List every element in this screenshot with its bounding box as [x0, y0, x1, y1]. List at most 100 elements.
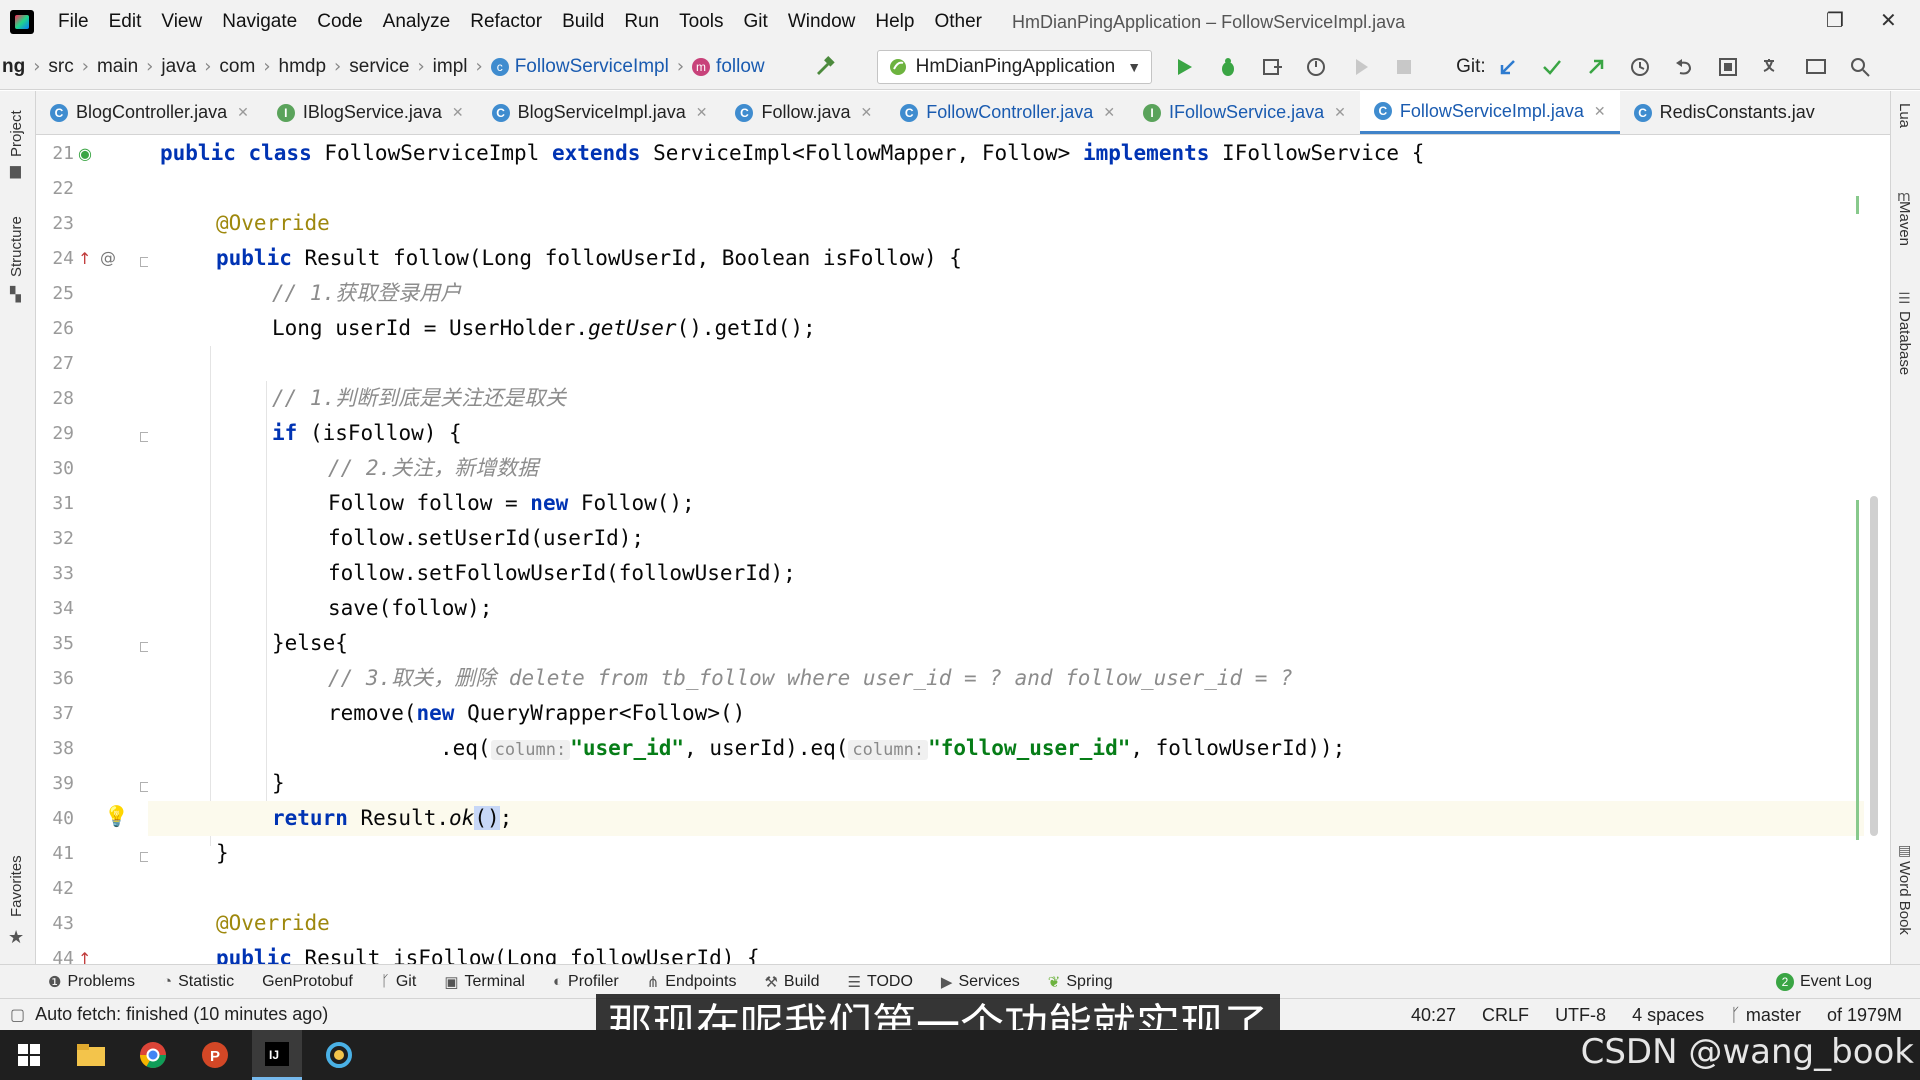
caret-position[interactable]: 40:27 [1411, 1005, 1456, 1026]
git-tool-button[interactable]: ᚴ Git [381, 973, 416, 991]
indent-setting[interactable]: 4 spaces [1632, 1005, 1704, 1026]
menu-git[interactable]: Git [734, 11, 778, 33]
breadcrumb-src[interactable]: src [40, 56, 81, 78]
close-tab-icon[interactable]: ✕ [1594, 103, 1606, 120]
tab-followserviceimpl[interactable]: C FollowServiceImpl.java ✕ [1359, 91, 1620, 134]
windows-start-icon[interactable] [4, 1030, 54, 1080]
menu-help[interactable]: Help [865, 11, 924, 33]
app-ring-icon[interactable] [314, 1030, 364, 1080]
coverage-icon[interactable] [1260, 55, 1284, 79]
lightbulb-icon[interactable]: 💡 [104, 804, 129, 828]
profile-icon[interactable] [1304, 55, 1328, 79]
code-with-me-icon[interactable] [1804, 55, 1828, 79]
breadcrumb-class[interactable]: c FollowServiceImpl [483, 56, 677, 78]
tab-iblogservice[interactable]: I IBlogService.java ✕ [263, 91, 478, 134]
wordbook-tool-button[interactable]: Word Book [1896, 861, 1913, 935]
scrollbar-thumb[interactable] [1870, 496, 1878, 836]
menu-file[interactable]: File [48, 11, 99, 33]
tab-ifollowservice[interactable]: I IFollowService.java ✕ [1129, 91, 1360, 134]
menu-edit[interactable]: Edit [99, 11, 152, 33]
menu-tools[interactable]: Tools [669, 11, 733, 33]
lua-tool-button[interactable]: Lua [1896, 103, 1913, 128]
maven-tool-button[interactable]: Maven [1896, 201, 1913, 246]
status-message[interactable]: Auto fetch: finished (10 minutes ago) [35, 1004, 328, 1025]
vcs-change-marker[interactable] [1856, 500, 1859, 840]
memory-indicator[interactable]: of 1979M [1827, 1005, 1902, 1026]
breadcrumb-service[interactable]: service [341, 56, 417, 78]
genprotobuf-tool-button[interactable]: GenProtobuf [262, 973, 353, 991]
translate-icon[interactable] [1760, 55, 1784, 79]
database-tool-button[interactable]: Database [1896, 311, 1913, 375]
menu-other[interactable]: Other [924, 11, 992, 33]
close-tab-icon[interactable]: ✕ [861, 104, 873, 121]
menu-analyze[interactable]: Analyze [373, 11, 461, 33]
breadcrumb-main[interactable]: main [89, 56, 146, 78]
menu-navigate[interactable]: Navigate [212, 11, 307, 33]
restore-window-icon[interactable]: ❐ [1826, 8, 1844, 32]
intellij-taskbar-icon[interactable]: IJ [252, 1030, 302, 1080]
breadcrumb-method[interactable]: m follow [684, 56, 773, 78]
annotation-gutter-icon[interactable]: @ [100, 248, 116, 267]
todo-tool-button[interactable]: ☰ TODO [848, 973, 913, 991]
file-explorer-icon[interactable] [66, 1030, 116, 1080]
editor-scrollbar[interactable] [1868, 136, 1880, 964]
menu-window[interactable]: Window [778, 11, 866, 33]
profiler-tool-button[interactable]: ◐ Profiler [553, 973, 619, 991]
close-tab-icon[interactable]: ✕ [452, 104, 464, 121]
spring-tool-button[interactable]: ❦ Spring [1048, 973, 1113, 991]
tab-blogcontroller[interactable]: C BlogController.java ✕ [36, 91, 263, 134]
close-window-icon[interactable]: ✕ [1880, 8, 1897, 32]
toggle-tool-windows-icon[interactable]: ▢ [10, 1005, 25, 1024]
favorites-tool-button[interactable]: Favorites [8, 855, 25, 917]
project-structure-icon[interactable] [1716, 55, 1740, 79]
structure-tool-button[interactable]: Structure [8, 216, 25, 277]
git-push-icon[interactable] [1584, 55, 1608, 79]
menu-build[interactable]: Build [552, 11, 614, 33]
close-tab-icon[interactable]: ✕ [696, 104, 708, 121]
menu-code[interactable]: Code [307, 11, 372, 33]
code-editor[interactable]: public class FollowServiceImpl extends S… [148, 136, 1864, 964]
breadcrumb-java[interactable]: java [153, 56, 204, 78]
breadcrumb-com[interactable]: com [211, 56, 263, 78]
breadcrumb-hmdp[interactable]: hmdp [271, 56, 335, 78]
close-tab-icon[interactable]: ✕ [237, 104, 249, 121]
build-tool-button[interactable]: ⚒ Build [764, 973, 819, 991]
stop-icon[interactable] [1392, 55, 1416, 79]
tab-blogserviceimpl[interactable]: C BlogServiceImpl.java ✕ [478, 91, 722, 134]
debug-icon[interactable] [1216, 55, 1240, 79]
run-configuration-select[interactable]: HmDianPingApplication ▼ [876, 49, 1153, 84]
file-encoding[interactable]: UTF-8 [1555, 1005, 1606, 1026]
tab-followcontroller[interactable]: C FollowController.java ✕ [886, 91, 1129, 134]
implementation-gutter-icon[interactable]: ◉ [78, 144, 92, 163]
git-history-icon[interactable] [1628, 55, 1652, 79]
tab-follow[interactable]: C Follow.java ✕ [721, 91, 886, 134]
services-tool-button[interactable]: ▶ Services [941, 973, 1020, 991]
menu-view[interactable]: View [151, 11, 212, 33]
search-everywhere-icon[interactable] [1848, 55, 1872, 79]
tab-redisconstants[interactable]: C RedisConstants.jav [1620, 91, 1829, 134]
endpoints-tool-button[interactable]: ⋔ Endpoints [647, 973, 737, 991]
build-hammer-icon[interactable] [813, 55, 837, 79]
close-tab-icon[interactable]: ✕ [1334, 104, 1346, 121]
git-branch[interactable]: ᚴ master [1730, 1005, 1801, 1026]
git-update-icon[interactable] [1496, 55, 1520, 79]
menu-refactor[interactable]: Refactor [460, 11, 552, 33]
close-tab-icon[interactable]: ✕ [1103, 104, 1115, 121]
run-more-icon[interactable] [1348, 55, 1372, 79]
chrome-icon[interactable] [128, 1030, 178, 1080]
git-commit-icon[interactable] [1540, 55, 1564, 79]
powerpoint-icon[interactable]: P [190, 1030, 240, 1080]
terminal-tool-button[interactable]: ▣ Terminal [444, 973, 525, 991]
event-log-button[interactable]: 2 Event Log [1775, 972, 1872, 991]
override-gutter-icon[interactable]: ↑ [78, 249, 91, 268]
breadcrumb-project[interactable]: ng [0, 56, 33, 78]
vcs-change-marker[interactable] [1856, 196, 1859, 214]
run-icon[interactable] [1172, 55, 1196, 79]
menu-run[interactable]: Run [614, 11, 669, 33]
statistic-tool-button[interactable]: ◔ Statistic [163, 973, 234, 991]
git-rollback-icon[interactable] [1672, 55, 1696, 79]
breadcrumb-impl[interactable]: impl [425, 56, 476, 78]
problems-tool-button[interactable]: ❶ Problems [48, 973, 135, 991]
project-tool-button[interactable]: Project [8, 110, 25, 157]
line-separator[interactable]: CRLF [1482, 1005, 1529, 1026]
